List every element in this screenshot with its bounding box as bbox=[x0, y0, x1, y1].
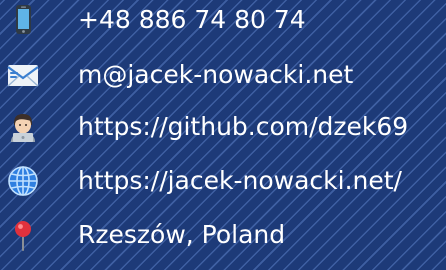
contact-row-github: https://github.com/dzek69 bbox=[0, 107, 446, 147]
contact-row-phone: +48 886 74 80 74 bbox=[0, 0, 446, 40]
incoming-envelope-icon bbox=[7, 59, 39, 91]
contact-row-location: Rzeszów, Poland bbox=[0, 215, 446, 255]
contact-list: +48 886 74 80 74 m@jacek-nowacki.net htt… bbox=[0, 0, 446, 270]
technologist-icon bbox=[7, 111, 39, 143]
github-link[interactable]: https://github.com/dzek69 bbox=[78, 111, 408, 143]
globe-icon bbox=[7, 165, 39, 197]
contact-row-email: m@jacek-nowacki.net bbox=[0, 55, 446, 95]
location-text: Rzeszów, Poland bbox=[78, 220, 286, 249]
phone-link[interactable]: +48 886 74 80 74 bbox=[78, 4, 306, 36]
mobile-phone-icon bbox=[7, 4, 39, 36]
email-link[interactable]: m@jacek-nowacki.net bbox=[78, 59, 353, 91]
website-link[interactable]: https://jacek-nowacki.net/ bbox=[78, 165, 402, 197]
contact-row-website: https://jacek-nowacki.net/ bbox=[0, 161, 446, 201]
round-pushpin-icon bbox=[7, 219, 39, 251]
